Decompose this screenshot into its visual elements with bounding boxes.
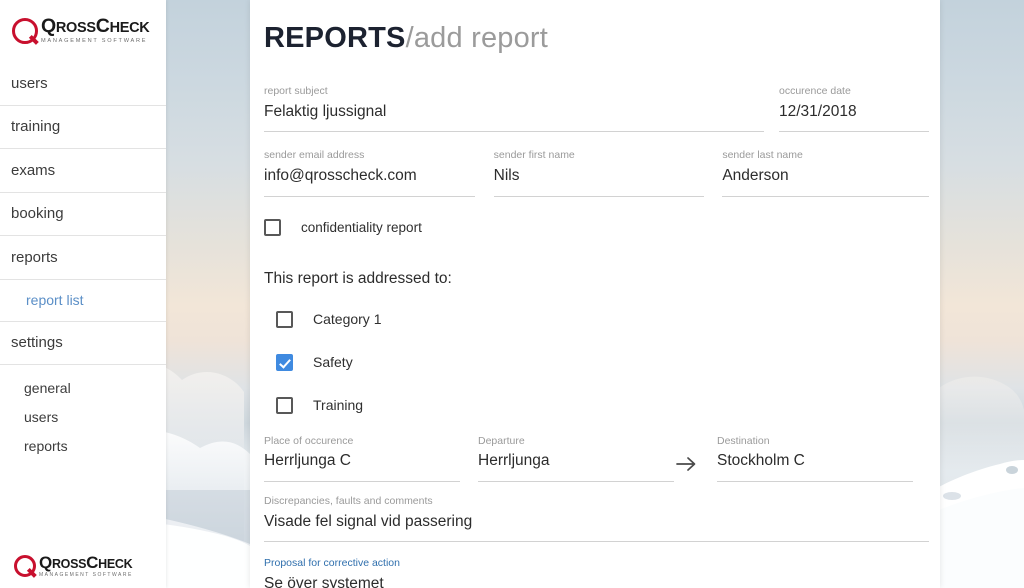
qrosscheck-logo-icon xyxy=(12,18,38,44)
sidebar-item-booking[interactable]: booking xyxy=(0,193,166,236)
sidebar-settings-children: general users reports xyxy=(0,365,166,460)
discrepancies-value: Visade fel signal vid passering xyxy=(264,512,473,530)
sidebar-item-label: users xyxy=(24,408,59,425)
place-of-occurence-field[interactable]: Place of occurence Herrljunga C xyxy=(264,434,460,488)
sender-first-name-field[interactable]: sender first name Nils xyxy=(493,149,705,202)
qrosscheck-logo-icon xyxy=(14,555,36,577)
sender-email-field[interactable]: sender email address info@qrosscheck.com xyxy=(264,150,475,202)
departure-field[interactable]: Departure Herrljunga xyxy=(478,434,674,488)
sidebar-item-label: report list xyxy=(26,292,84,308)
field-underline xyxy=(264,131,764,133)
sidebar-item-report-list[interactable]: report list xyxy=(0,280,166,322)
sidebar-item-label: reports xyxy=(11,248,58,266)
field-underline xyxy=(722,195,929,197)
field-underline xyxy=(264,195,475,197)
addressed-to-title: This report is addressed to: xyxy=(264,269,452,287)
brand-logo-footer-text: QROSSCHECK MANAGEMENT SOFTWARE xyxy=(39,554,133,578)
training-checkbox[interactable]: Training xyxy=(276,396,929,414)
training-label: Training xyxy=(313,397,364,414)
occurence-date-label: occurence date xyxy=(779,85,851,97)
brand-logo-text: QROSSCHECK MANAGEMENT SOFTWARE xyxy=(41,15,150,44)
discrepancies-label: Discrepancies, faults and comments xyxy=(264,495,433,508)
checkbox-box-checked xyxy=(276,353,293,371)
brand-logo-title: QROSSCHECK xyxy=(41,15,150,38)
field-underline xyxy=(264,541,929,543)
sender-last-name-value: Anderson xyxy=(722,166,789,184)
category-1-label: Category 1 xyxy=(313,311,382,328)
page-title-sub: /add report xyxy=(405,22,549,54)
sidebar-item-label: exams xyxy=(11,161,56,179)
sidebar-item-label: users xyxy=(11,74,48,92)
confidentiality-report-label: confidentiality report xyxy=(301,219,422,235)
report-form: report subject Felaktig ljussignal occur… xyxy=(264,85,929,588)
report-subject-field[interactable]: report subject Felaktig ljussignal xyxy=(264,85,764,138)
proposal-label: Proposal for corrective action xyxy=(264,557,400,570)
occurence-date-value: 12/31/2018 xyxy=(779,102,857,120)
place-of-occurence-label: Place of occurence xyxy=(264,434,354,447)
report-form-panel: REPORTS/add report report subject Felakt… xyxy=(250,0,940,588)
departure-value: Herrljunga xyxy=(478,452,550,470)
brand-logo-subtitle: MANAGEMENT SOFTWARE xyxy=(39,572,133,578)
sidebar-footer-logo: QROSSCHECK MANAGEMENT SOFTWARE xyxy=(0,548,166,584)
safety-checkbox[interactable]: Safety xyxy=(276,353,929,371)
field-underline xyxy=(478,481,674,483)
departure-label: Departure xyxy=(478,434,525,447)
destination-value: Stockholm C xyxy=(717,452,805,470)
print-icon[interactable] xyxy=(885,0,907,8)
sidebar-item-exams[interactable]: exams xyxy=(0,149,166,193)
occurence-date-field[interactable]: occurence date 12/31/2018 xyxy=(779,85,929,138)
form-row-subject: report subject Felaktig ljussignal occur… xyxy=(264,85,929,138)
sidebar-item-label: booking xyxy=(11,205,64,223)
sidebar-item-training[interactable]: training xyxy=(0,106,166,149)
destination-field[interactable]: Destination Stockholm C xyxy=(717,434,913,488)
sidebar-item-label: general xyxy=(24,379,71,396)
sidebar-item-reports[interactable]: reports xyxy=(0,236,166,280)
sender-first-name-value: Nils xyxy=(493,166,520,184)
proposal-for-corrective-action-field[interactable]: Proposal for corrective action Se över s… xyxy=(264,558,929,588)
category-1-checkbox[interactable]: Category 1 xyxy=(276,310,929,328)
report-subject-value: Felaktig ljussignal xyxy=(264,102,387,120)
checkbox-box xyxy=(264,218,281,236)
sidebar-item-settings-general[interactable]: general xyxy=(0,373,166,402)
form-row-sender: sender email address info@qrosscheck.com… xyxy=(264,150,929,202)
destination-label: Destination xyxy=(717,434,770,447)
confidentiality-report-checkbox[interactable]: confidentiality report xyxy=(264,218,929,236)
sidebar-item-label: training xyxy=(11,118,61,136)
checkbox-box xyxy=(276,396,293,414)
report-subject-label: report subject xyxy=(264,85,328,97)
proposal-value: Se över systemet xyxy=(264,574,384,588)
brand-logo-subtitle: MANAGEMENT SOFTWARE xyxy=(41,37,148,44)
brand-logo-title: QROSSCHECK xyxy=(39,553,133,572)
checkbox-box xyxy=(276,310,293,328)
form-row-route: Place of occurence Herrljunga C Departur… xyxy=(264,434,929,488)
sidebar-item-label: reports xyxy=(24,437,68,454)
field-underline xyxy=(493,195,705,197)
field-underline xyxy=(779,131,929,133)
sidebar-item-settings-reports[interactable]: reports xyxy=(0,431,166,460)
sidebar-item-settings-users[interactable]: users xyxy=(0,402,166,431)
sender-email-value: info@qrosscheck.com xyxy=(264,166,417,184)
discrepancies-field[interactable]: Discrepancies, faults and comments Visad… xyxy=(264,496,929,548)
sender-last-name-label: sender last name xyxy=(722,149,803,162)
sidebar: QROSSCHECK MANAGEMENT SOFTWARE users tra… xyxy=(0,0,166,588)
brand-logo[interactable]: QROSSCHECK MANAGEMENT SOFTWARE xyxy=(0,0,166,62)
page-title: REPORTS/add report xyxy=(264,22,548,55)
field-underline xyxy=(717,481,913,483)
sidebar-item-label: settings xyxy=(11,334,63,352)
sender-email-label: sender email address xyxy=(264,149,365,162)
brand-logo-footer[interactable]: QROSSCHECK MANAGEMENT SOFTWARE xyxy=(0,548,166,584)
sender-first-name-label: sender first name xyxy=(493,149,575,162)
safety-label: Safety xyxy=(313,354,353,371)
sidebar-item-settings[interactable]: settings xyxy=(0,322,166,365)
field-underline xyxy=(264,481,460,483)
arrow-right-icon xyxy=(674,436,700,488)
sidebar-item-users[interactable]: users xyxy=(0,62,166,106)
sender-last-name-field[interactable]: sender last name Anderson xyxy=(722,150,929,202)
page-title-main: REPORTS xyxy=(264,22,406,54)
place-of-occurence-value: Herrljunga C xyxy=(264,452,352,470)
